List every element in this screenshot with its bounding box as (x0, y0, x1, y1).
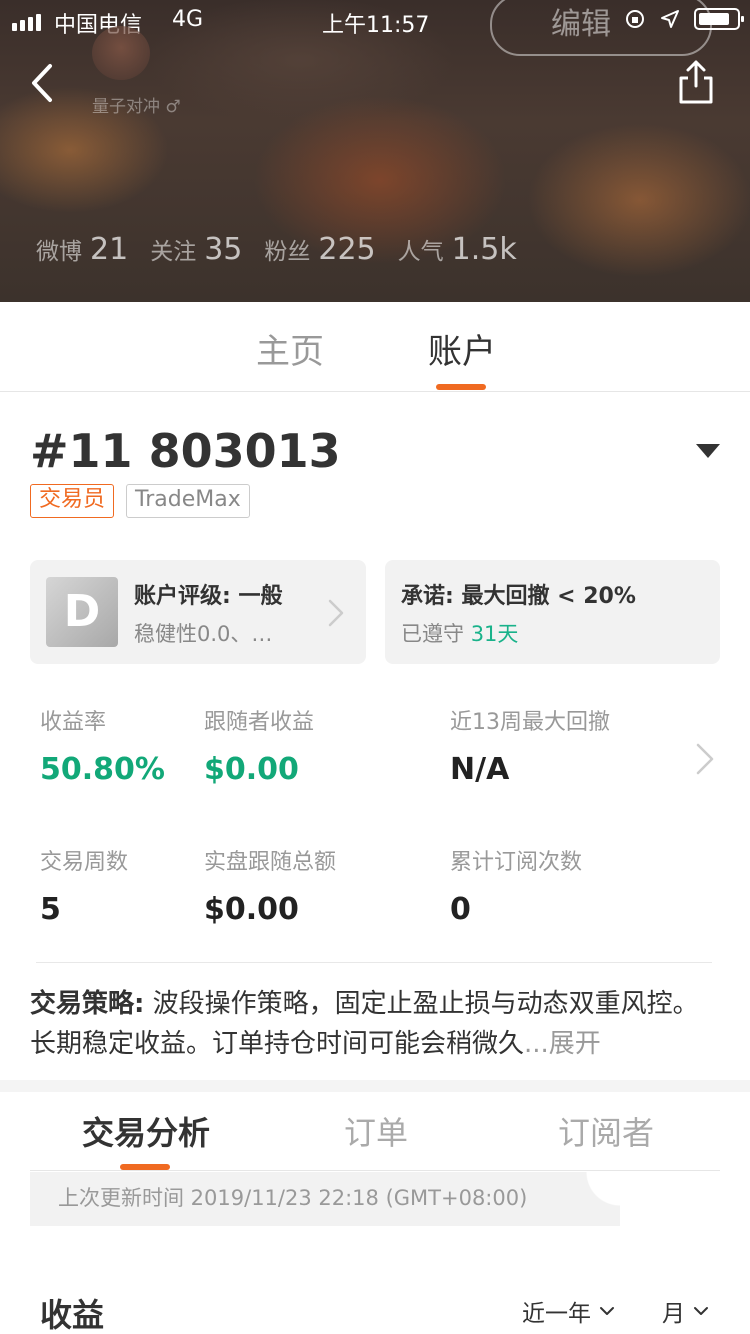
promise-days: 31天 (470, 622, 519, 646)
share-icon[interactable] (676, 58, 716, 108)
stat-popularity: 人气 1.5k (397, 232, 517, 267)
active-tab-indicator (436, 384, 486, 390)
range-filter-label: 近一年 (522, 1301, 591, 1327)
chevron-down-icon (694, 1307, 708, 1315)
account-id: #11 803013 (30, 424, 341, 478)
promise-card: 承诺: 最大回撤 < 20% 已遵守 31天 (385, 560, 720, 664)
return-value: 50.80% (40, 752, 165, 787)
weeks-label: 交易周数 (40, 850, 129, 875)
max-drawdown-label: 近13周最大回撤 (450, 710, 610, 735)
strategy-label: 交易策略: (30, 989, 145, 1019)
weeks-value: 5 (40, 892, 61, 927)
account-rating-card[interactable]: D 账户评级: 一般 稳健性0.0、… (30, 560, 366, 664)
network-type: 4G (172, 7, 204, 32)
username: 量子对冲 ♂ (92, 97, 181, 117)
stat-followers[interactable]: 粉丝 225 (264, 232, 375, 267)
last-update-bar: 上次更新时间 2019/11/23 22:18 (GMT+08:00) (30, 1172, 620, 1226)
subtabs-divider (30, 1170, 720, 1171)
grade-badge: D (46, 577, 118, 647)
tab-home[interactable]: 主页 (256, 324, 324, 373)
profile-stats: 微博 21 关注 35 粉丝 225 人气 1.5k (36, 232, 517, 267)
edit-button[interactable]: 编辑 (490, 0, 712, 56)
stat-weibo[interactable]: 微博 21 (36, 232, 128, 267)
chevron-down-icon (600, 1307, 614, 1315)
period-filter[interactable]: 月 (662, 1294, 709, 1328)
rating-title: 账户评级: 一般 (134, 584, 283, 609)
period-filter-label: 月 (662, 1301, 685, 1327)
status-time: 上午11:57 (322, 13, 430, 38)
avatar[interactable] (92, 26, 150, 80)
live-follow-value: $0.00 (204, 892, 299, 927)
divider (36, 962, 712, 963)
signal-icon (12, 14, 41, 31)
profile-tabs: 主页 账户 (0, 302, 750, 392)
strategy-text: 交易策略: 波段操作策略，固定止盈止损与动态双重风控。长期稳定收益。订单持仓时间… (30, 984, 710, 1064)
profile-banner: 中国电信 4G 上午11:57 量子对冲 ♂ 编辑 微博 21 关注 35 粉丝… (0, 0, 750, 302)
live-follow-label: 实盘跟随总额 (204, 850, 337, 875)
chevron-right-icon (328, 599, 344, 627)
tab-subscribers[interactable]: 订阅者 (558, 1108, 654, 1154)
back-icon[interactable] (24, 58, 64, 108)
subs-label: 累计订阅次数 (450, 850, 583, 875)
return-label: 收益率 (40, 710, 107, 735)
rating-subtitle: 稳健性0.0、… (134, 622, 273, 646)
subs-value: 0 (450, 892, 471, 927)
tab-orders[interactable]: 订单 (344, 1108, 408, 1154)
promise-subtitle: 已遵守 31天 (401, 622, 519, 646)
max-drawdown-value: N/A (450, 752, 510, 787)
section-gap (0, 1080, 750, 1092)
tab-account[interactable]: 账户 (428, 324, 496, 373)
follower-income-label: 跟随者收益 (204, 710, 315, 735)
range-filter[interactable]: 近一年 (522, 1294, 615, 1328)
role-tag: 交易员 (30, 484, 115, 518)
metrics-chevron-icon[interactable] (694, 742, 716, 776)
account-dropdown-icon[interactable] (696, 444, 720, 458)
tab-analysis[interactable]: 交易分析 (82, 1108, 210, 1154)
broker-tag: TradeMax (126, 484, 250, 518)
stat-following[interactable]: 关注 35 (150, 232, 242, 267)
follower-income-value: $0.00 (204, 752, 299, 787)
promise-title: 承诺: 最大回撤 < 20% (401, 584, 636, 609)
expand-link[interactable]: ...展开 (524, 1029, 601, 1059)
income-title: 收益 (40, 1296, 105, 1334)
